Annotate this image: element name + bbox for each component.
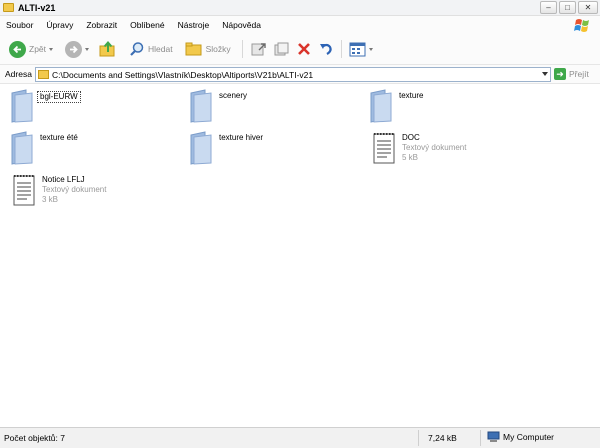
toolbar: Zpět Hledat Složky (0, 34, 600, 64)
status-divider (418, 430, 419, 446)
go-arrow-icon: ➜ (554, 68, 566, 80)
item-type: Textový dokument (42, 185, 107, 194)
copy-to-button[interactable] (270, 37, 293, 61)
menu-edit[interactable]: Úpravy (46, 20, 73, 30)
status-divider (480, 430, 481, 446)
maximize-button[interactable]: □ (559, 1, 576, 14)
views-icon (349, 42, 366, 56)
menu-file[interactable]: Soubor (6, 20, 33, 30)
window-controls: – □ ✕ (540, 1, 598, 14)
forward-arrow-icon (65, 40, 83, 58)
item-name: texture hiver (219, 133, 264, 142)
list-item[interactable]: scenery (188, 89, 247, 123)
item-name: texture (399, 91, 424, 100)
folder-icon (190, 131, 212, 165)
address-label: Adresa (5, 69, 32, 79)
search-label: Hledat (148, 44, 173, 54)
forward-button[interactable] (62, 37, 92, 61)
folders-button[interactable]: Složky (182, 37, 234, 61)
folder-icon (3, 3, 14, 12)
text-document-icon (373, 133, 395, 164)
folders-icon (185, 42, 202, 56)
move-to-icon (251, 42, 266, 55)
up-button[interactable] (96, 37, 120, 61)
undo-icon (319, 43, 332, 55)
address-path: C:\Documents and Settings\Vlastník\Deskt… (52, 69, 314, 80)
go-button[interactable]: ➜ Přejít (554, 68, 589, 80)
item-name: scenery (219, 91, 248, 100)
folder-icon (190, 89, 212, 123)
folder-icon (11, 89, 33, 123)
minimize-button[interactable]: – (540, 1, 557, 14)
search-button[interactable]: Hledat (126, 37, 176, 61)
item-name: bgl-EURW (37, 91, 81, 103)
chevron-down-icon (85, 47, 90, 51)
back-label: Zpět (29, 44, 47, 54)
menu-tools[interactable]: Nástroje (178, 20, 210, 30)
menu-bar: Soubor Úpravy Zobrazit Oblíbené Nástroje… (0, 16, 600, 34)
toolbar-separator (340, 40, 342, 58)
list-item[interactable]: texture (368, 89, 423, 123)
back-button[interactable]: Zpět (6, 37, 56, 61)
move-to-button[interactable] (247, 37, 270, 61)
folder-icon (11, 131, 33, 165)
list-item[interactable]: Notice LFLJ Textový dokument 3 kB (11, 173, 106, 207)
computer-icon (487, 431, 500, 442)
location-label: My Computer (503, 432, 555, 442)
title-bar: ALTI-v21 – □ ✕ (0, 0, 600, 16)
chevron-down-icon[interactable] (542, 72, 548, 76)
delete-icon (297, 43, 310, 55)
delete-button[interactable] (293, 37, 315, 61)
item-type: Textový dokument (402, 143, 467, 152)
back-arrow-icon (9, 40, 26, 58)
folders-label: Složky (205, 44, 231, 54)
copy-to-icon (274, 42, 289, 55)
menu-help[interactable]: Nápověda (222, 20, 261, 30)
folder-icon (370, 89, 392, 123)
file-list: bgl-EURW scenery texture texture été tex… (0, 85, 600, 427)
item-name: Notice LFLJ (42, 175, 85, 184)
list-item[interactable]: bgl-EURW (9, 89, 81, 123)
folder-up-icon (99, 40, 115, 57)
toolbar-separator (241, 40, 243, 58)
status-bar: Počet objektů: 7 7,24 kB My Computer (0, 427, 600, 448)
chevron-down-icon (49, 47, 54, 51)
list-item[interactable]: texture été (9, 131, 78, 165)
location-zone: My Computer (487, 431, 554, 443)
folder-icon (38, 70, 49, 79)
total-size: 7,24 kB (428, 433, 457, 443)
item-name: texture été (40, 133, 78, 142)
views-button[interactable] (346, 37, 376, 61)
item-size: 3 kB (42, 195, 59, 204)
windows-logo-icon (574, 19, 589, 32)
window-title: ALTI-v21 (18, 2, 56, 13)
close-button[interactable]: ✕ (578, 1, 598, 14)
chevron-down-icon (368, 47, 373, 51)
address-bar: Adresa C:\Documents and Settings\Vlastní… (0, 64, 600, 84)
address-input[interactable]: C:\Documents and Settings\Vlastník\Deskt… (35, 67, 551, 82)
object-count: Počet objektů: 7 (4, 433, 65, 443)
list-item[interactable]: DOC Textový dokument 5 kB (371, 131, 466, 165)
search-icon (130, 42, 144, 56)
undo-button[interactable] (315, 37, 337, 61)
text-document-icon (13, 175, 35, 206)
menu-favorites[interactable]: Oblíbené (130, 20, 165, 30)
item-name: DOC (402, 133, 420, 142)
go-label: Přejít (569, 69, 589, 79)
item-size: 5 kB (402, 153, 419, 162)
menu-view[interactable]: Zobrazit (86, 20, 117, 30)
list-item[interactable]: texture hiver (188, 131, 263, 165)
